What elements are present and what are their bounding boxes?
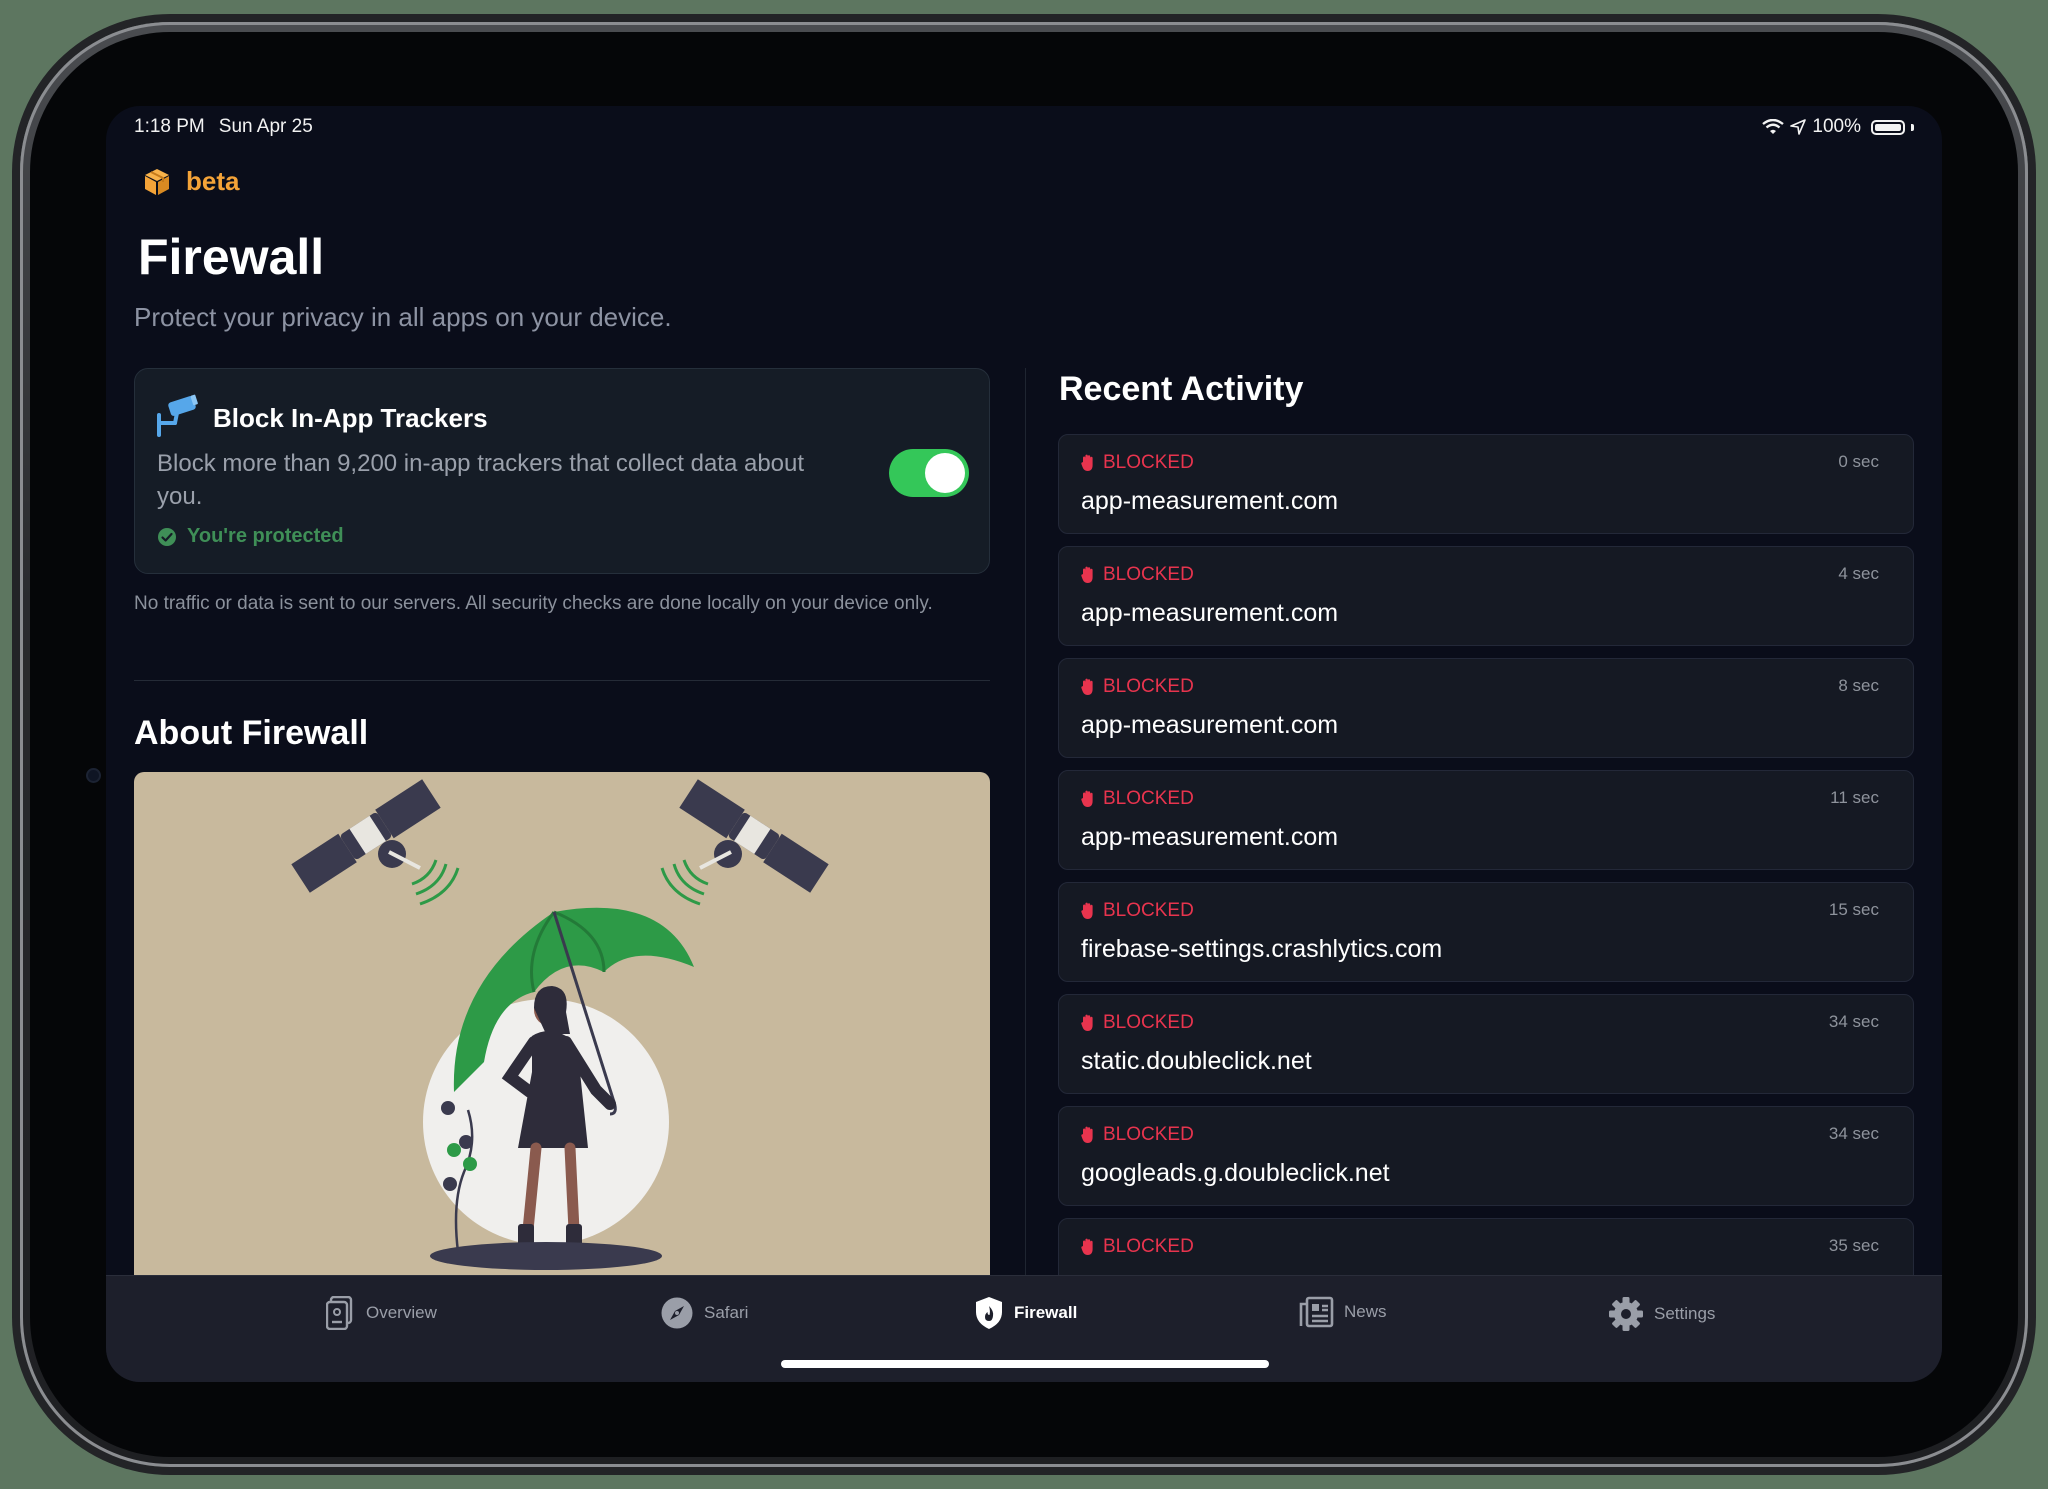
domain: app-measurement.com [1081,599,1339,627]
status-label: BLOCKED [1103,900,1194,921]
activity-item[interactable]: BLOCKED 15 sec firebase-settings.crashly… [1058,882,1914,982]
domain: app-measurement.com [1081,711,1339,739]
stop-hand-icon [1081,1014,1093,1031]
column-separator [1025,368,1026,1332]
toggle-knob [925,453,965,493]
status-label: BLOCKED [1103,788,1194,809]
gear-icon [1609,1297,1643,1331]
umbrella-satellite-illustration [291,779,829,1270]
overview-icon [326,1296,353,1330]
timestamp: 4 sec [1838,564,1879,583]
wifi-icon [1762,119,1785,134]
security-camera-icon [157,394,198,437]
status-label: BLOCKED [1103,452,1194,473]
activity-item[interactable]: BLOCKED 8 sec app-measurement.com [1058,658,1914,758]
status-date: Sun Apr 25 [218,116,313,137]
protection-status-label: You're protected [187,525,344,547]
tab-news[interactable]: News [1298,1296,1387,1328]
battery-percent: 100% [1812,116,1861,137]
tab-settings[interactable]: Settings [1608,1296,1715,1332]
tab-safari[interactable]: Safari [660,1296,748,1330]
protection-status: You're protected [157,525,344,548]
privacy-note: No traffic or data is sent to our server… [134,593,933,614]
card-description: Block more than 9,200 in-app trackers th… [157,450,805,510]
blocked-status: BLOCKED [1081,1124,1194,1146]
tab-label: News [1344,1302,1387,1321]
location-arrow-icon [1790,119,1807,135]
domain: googleads.g.doubleclick.net [1081,1159,1390,1187]
domain: firebase-settings.crashlytics.com [1081,935,1443,963]
block-trackers-card: Block In-App Trackers Block more than 9,… [134,368,990,574]
firewall-illustration [134,772,990,1332]
domain: app-measurement.com [1081,823,1339,851]
compass-icon [661,1297,693,1329]
status-label: BLOCKED [1103,1236,1194,1257]
timestamp: 34 sec [1828,1124,1879,1143]
block-trackers-toggle[interactable] [889,449,969,497]
timestamp: 35 sec [1828,1236,1879,1255]
blocked-status: BLOCKED [1081,1012,1194,1034]
blocked-status: BLOCKED [1081,452,1194,474]
timestamp: 15 sec [1828,900,1879,919]
battery-icon [1871,119,1905,135]
home-indicator[interactable] [781,1360,1269,1368]
blocked-status: BLOCKED [1081,564,1194,586]
status-label: BLOCKED [1103,1012,1194,1033]
tab-label: Settings [1654,1304,1716,1323]
tab-firewall[interactable]: Firewall [974,1296,1077,1330]
section-divider [134,680,990,681]
status-bar-left: 1:18 PM Sun Apr 25 [134,116,313,138]
stop-hand-icon [1081,566,1093,583]
activity-feed[interactable]: BLOCKED 0 sec app-measurement.com BLOCKE… [1058,434,1914,1332]
about-title: About Firewall [134,714,369,752]
stop-hand-icon [1081,454,1093,471]
tab-bar: Overview Safari Firewall News Settings [106,1275,1942,1382]
activity-item[interactable]: BLOCKED 34 sec googleads.g.doubleclick.n… [1058,1106,1914,1206]
front-camera [88,770,99,781]
tab-label: Safari [704,1303,749,1322]
shield-flame-icon [976,1297,1002,1329]
beta-label: beta [186,166,240,196]
stop-hand-icon [1081,790,1093,807]
activity-item[interactable]: BLOCKED 34 sec static.doubleclick.net [1058,994,1914,1094]
box-icon [145,168,169,195]
timestamp: 8 sec [1838,676,1879,695]
status-label: BLOCKED [1103,676,1194,697]
status-label: BLOCKED [1103,564,1194,585]
page-subtitle: Protect your privacy in all apps on your… [134,302,672,332]
status-time: 1:18 PM [134,116,205,137]
domain: app-measurement.com [1081,487,1339,515]
checkmark-circle-icon [158,527,176,546]
tab-overview[interactable]: Overview [326,1296,437,1330]
activity-item[interactable]: BLOCKED 0 sec app-measurement.com [1058,434,1914,534]
stop-hand-icon [1081,1126,1093,1143]
timestamp: 0 sec [1838,452,1879,471]
timestamp: 11 sec [1830,788,1879,807]
blocked-status: BLOCKED [1081,1236,1194,1258]
activity-item[interactable]: BLOCKED 11 sec app-measurement.com [1058,770,1914,870]
stop-hand-icon [1081,1238,1093,1255]
screen: 1:18 PM Sun Apr 25 100% beta Firewall Pro… [106,106,1942,1382]
page-title: Firewall [138,229,325,285]
timestamp: 34 sec [1828,1012,1879,1031]
beta-badge: beta [142,166,239,197]
status-label: BLOCKED [1103,1124,1194,1145]
activity-item[interactable]: BLOCKED 4 sec app-measurement.com [1058,546,1914,646]
tab-label: Firewall [1014,1303,1078,1322]
domain: static.doubleclick.net [1081,1047,1312,1075]
recent-activity-title: Recent Activity [1059,370,1304,408]
blocked-status: BLOCKED [1081,788,1194,810]
blocked-status: BLOCKED [1081,676,1194,698]
stop-hand-icon [1081,902,1093,919]
status-bar-right: 100% [1762,116,1914,138]
tab-label: Overview [366,1303,437,1322]
stop-hand-icon [1081,678,1093,695]
blocked-status: BLOCKED [1081,900,1194,922]
newspaper-icon [1299,1296,1334,1328]
card-title: Block In-App Trackers [213,403,488,433]
battery-nub [1911,123,1914,131]
